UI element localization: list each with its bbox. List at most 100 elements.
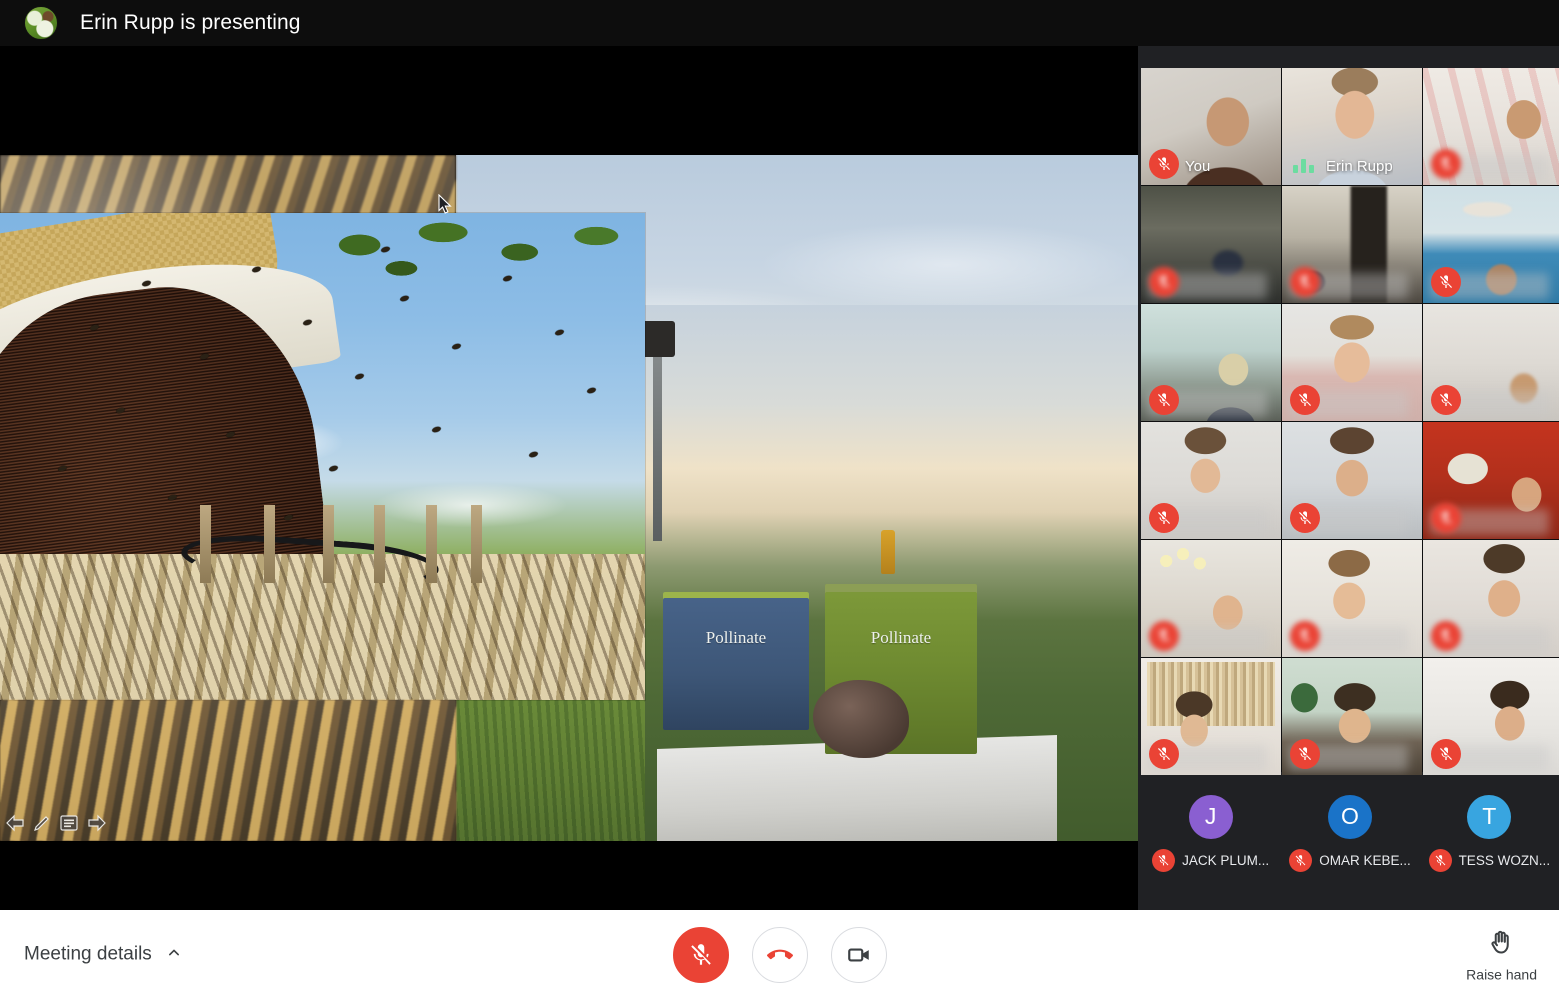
participant-tile[interactable]	[1141, 186, 1281, 303]
avatar-participant-tess[interactable]: T TESS WOZN...	[1420, 794, 1559, 872]
mic-off-icon	[1289, 848, 1313, 872]
menu-icon[interactable]	[59, 814, 79, 832]
participant-rail: You Erin Rupp J JACK PLUM... O OMAR KEBE…	[1138, 46, 1559, 910]
participant-tile[interactable]	[1423, 304, 1559, 421]
participant-tile[interactable]	[1141, 658, 1281, 775]
participant-tile[interactable]	[1141, 422, 1281, 539]
avatar-name-row: TESS WOZN...	[1428, 848, 1551, 872]
avatar-participant-row: J JACK PLUM... O OMAR KEBE... T TESS WOZ…	[1141, 779, 1559, 887]
presenting-status-text: Erin Rupp is presenting	[80, 11, 301, 34]
meet-app-window: Erin Rupp is presenting Pollinate Pollin…	[0, 0, 1559, 999]
fence-post	[322, 505, 334, 584]
mic-off-icon	[1149, 621, 1179, 651]
mic-off-icon	[1290, 621, 1320, 651]
raise-hand-label: Raise hand	[1466, 966, 1537, 982]
avatar-name-row: OMAR KEBE...	[1289, 848, 1411, 872]
participant-tile[interactable]	[1282, 422, 1422, 539]
avatar-name-row: JACK PLUM...	[1152, 848, 1270, 872]
mic-off-icon	[1149, 149, 1179, 179]
flying-bee	[431, 425, 442, 434]
chevron-up-icon[interactable]	[164, 942, 184, 967]
presentation-stage[interactable]: Pollinate Pollinate	[0, 46, 1138, 910]
participant-tile-you[interactable]: You	[1141, 68, 1281, 185]
participant-tile[interactable]	[1423, 68, 1559, 185]
participant-tile[interactable]	[1282, 540, 1422, 657]
swarm-leaves	[296, 213, 645, 299]
participant-name: You	[1185, 158, 1211, 175]
participant-tile[interactable]	[1282, 304, 1422, 421]
mic-off-icon	[1290, 267, 1320, 297]
participant-tile[interactable]	[1282, 186, 1422, 303]
fence-post	[199, 505, 211, 584]
participant-name: Erin Rupp	[1326, 158, 1393, 175]
mic-off-icon	[1431, 267, 1461, 297]
shared-screen-content[interactable]: Pollinate Pollinate	[0, 155, 1138, 841]
avatar-participant-jack[interactable]: J JACK PLUM...	[1141, 794, 1280, 872]
mic-off-icon	[1149, 739, 1179, 769]
beehive-green-label: Pollinate	[870, 628, 932, 648]
apiary-bottle	[881, 530, 895, 574]
speaking-indicator	[1293, 157, 1314, 173]
mic-off-icon	[1149, 503, 1179, 533]
presenter-avatar	[24, 6, 58, 40]
fence-post	[264, 505, 276, 584]
flying-bee	[328, 464, 339, 473]
participant-tile[interactable]	[1141, 304, 1281, 421]
back-arrow-icon[interactable]	[5, 814, 25, 832]
participant-video-grid: You Erin Rupp	[1141, 68, 1559, 775]
avatar: J	[1188, 794, 1233, 839]
participant-tile[interactable]	[1423, 658, 1559, 775]
mic-off-icon	[1431, 503, 1461, 533]
meeting-details-label: Meeting details	[24, 943, 152, 965]
fence-post	[374, 505, 386, 584]
participant-name: OMAR KEBE...	[1319, 852, 1411, 868]
raise-hand-button[interactable]: Raise hand	[1466, 927, 1537, 982]
participant-tile[interactable]	[1423, 422, 1559, 539]
mic-off-icon	[1428, 848, 1452, 872]
apiary-pole-box	[645, 321, 675, 357]
mic-off-icon	[1149, 267, 1179, 297]
flying-bee	[528, 450, 539, 458]
presentation-nav-toolbar[interactable]	[5, 814, 107, 832]
apiary-rock	[813, 680, 909, 758]
flying-bee	[354, 372, 365, 380]
participant-tile[interactable]	[1282, 658, 1422, 775]
slide-photo-apiary: Pollinate Pollinate	[645, 305, 1138, 841]
end-call-button[interactable]	[751, 926, 808, 983]
participant-tile-erin-rupp[interactable]: Erin Rupp	[1282, 68, 1422, 185]
participant-tile[interactable]	[1141, 540, 1281, 657]
mic-off-icon	[1431, 149, 1461, 179]
mic-off-icon	[1431, 621, 1461, 651]
mic-off-icon	[1290, 503, 1320, 533]
fence-post	[425, 505, 437, 584]
mic-off-icon	[1290, 385, 1320, 415]
mic-off-icon	[1152, 848, 1176, 872]
flying-bee	[450, 343, 462, 351]
mic-off-icon	[1431, 739, 1461, 769]
beehive-blue-label: Pollinate	[705, 627, 767, 647]
slide-photo-bee-swarm	[0, 213, 645, 700]
flying-bee	[586, 387, 597, 395]
avatar-participant-omar[interactable]: O OMAR KEBE...	[1280, 794, 1419, 872]
camera-button[interactable]	[830, 926, 887, 983]
participant-tile[interactable]	[1423, 540, 1559, 657]
top-presenting-bar: Erin Rupp is presenting	[0, 0, 1559, 46]
pen-icon[interactable]	[33, 814, 51, 832]
mic-off-icon	[1149, 385, 1179, 415]
primary-controls	[672, 926, 887, 983]
avatar: O	[1327, 794, 1372, 839]
beehive-blue: Pollinate	[663, 592, 809, 730]
mic-off-icon	[1431, 385, 1461, 415]
fence-post	[470, 505, 482, 584]
participant-name: JACK PLUM...	[1182, 852, 1270, 868]
mic-off-icon	[1290, 739, 1320, 769]
participant-tile[interactable]	[1423, 186, 1559, 303]
apiary-pole	[653, 331, 662, 541]
participant-name: TESS WOZN...	[1458, 852, 1551, 868]
hand-icon	[1487, 927, 1517, 962]
meeting-details-button[interactable]: Meeting details	[24, 942, 184, 967]
avatar: T	[1467, 794, 1512, 839]
flying-bee	[554, 328, 565, 337]
mic-off-button[interactable]	[672, 926, 729, 983]
forward-arrow-icon[interactable]	[87, 814, 107, 832]
